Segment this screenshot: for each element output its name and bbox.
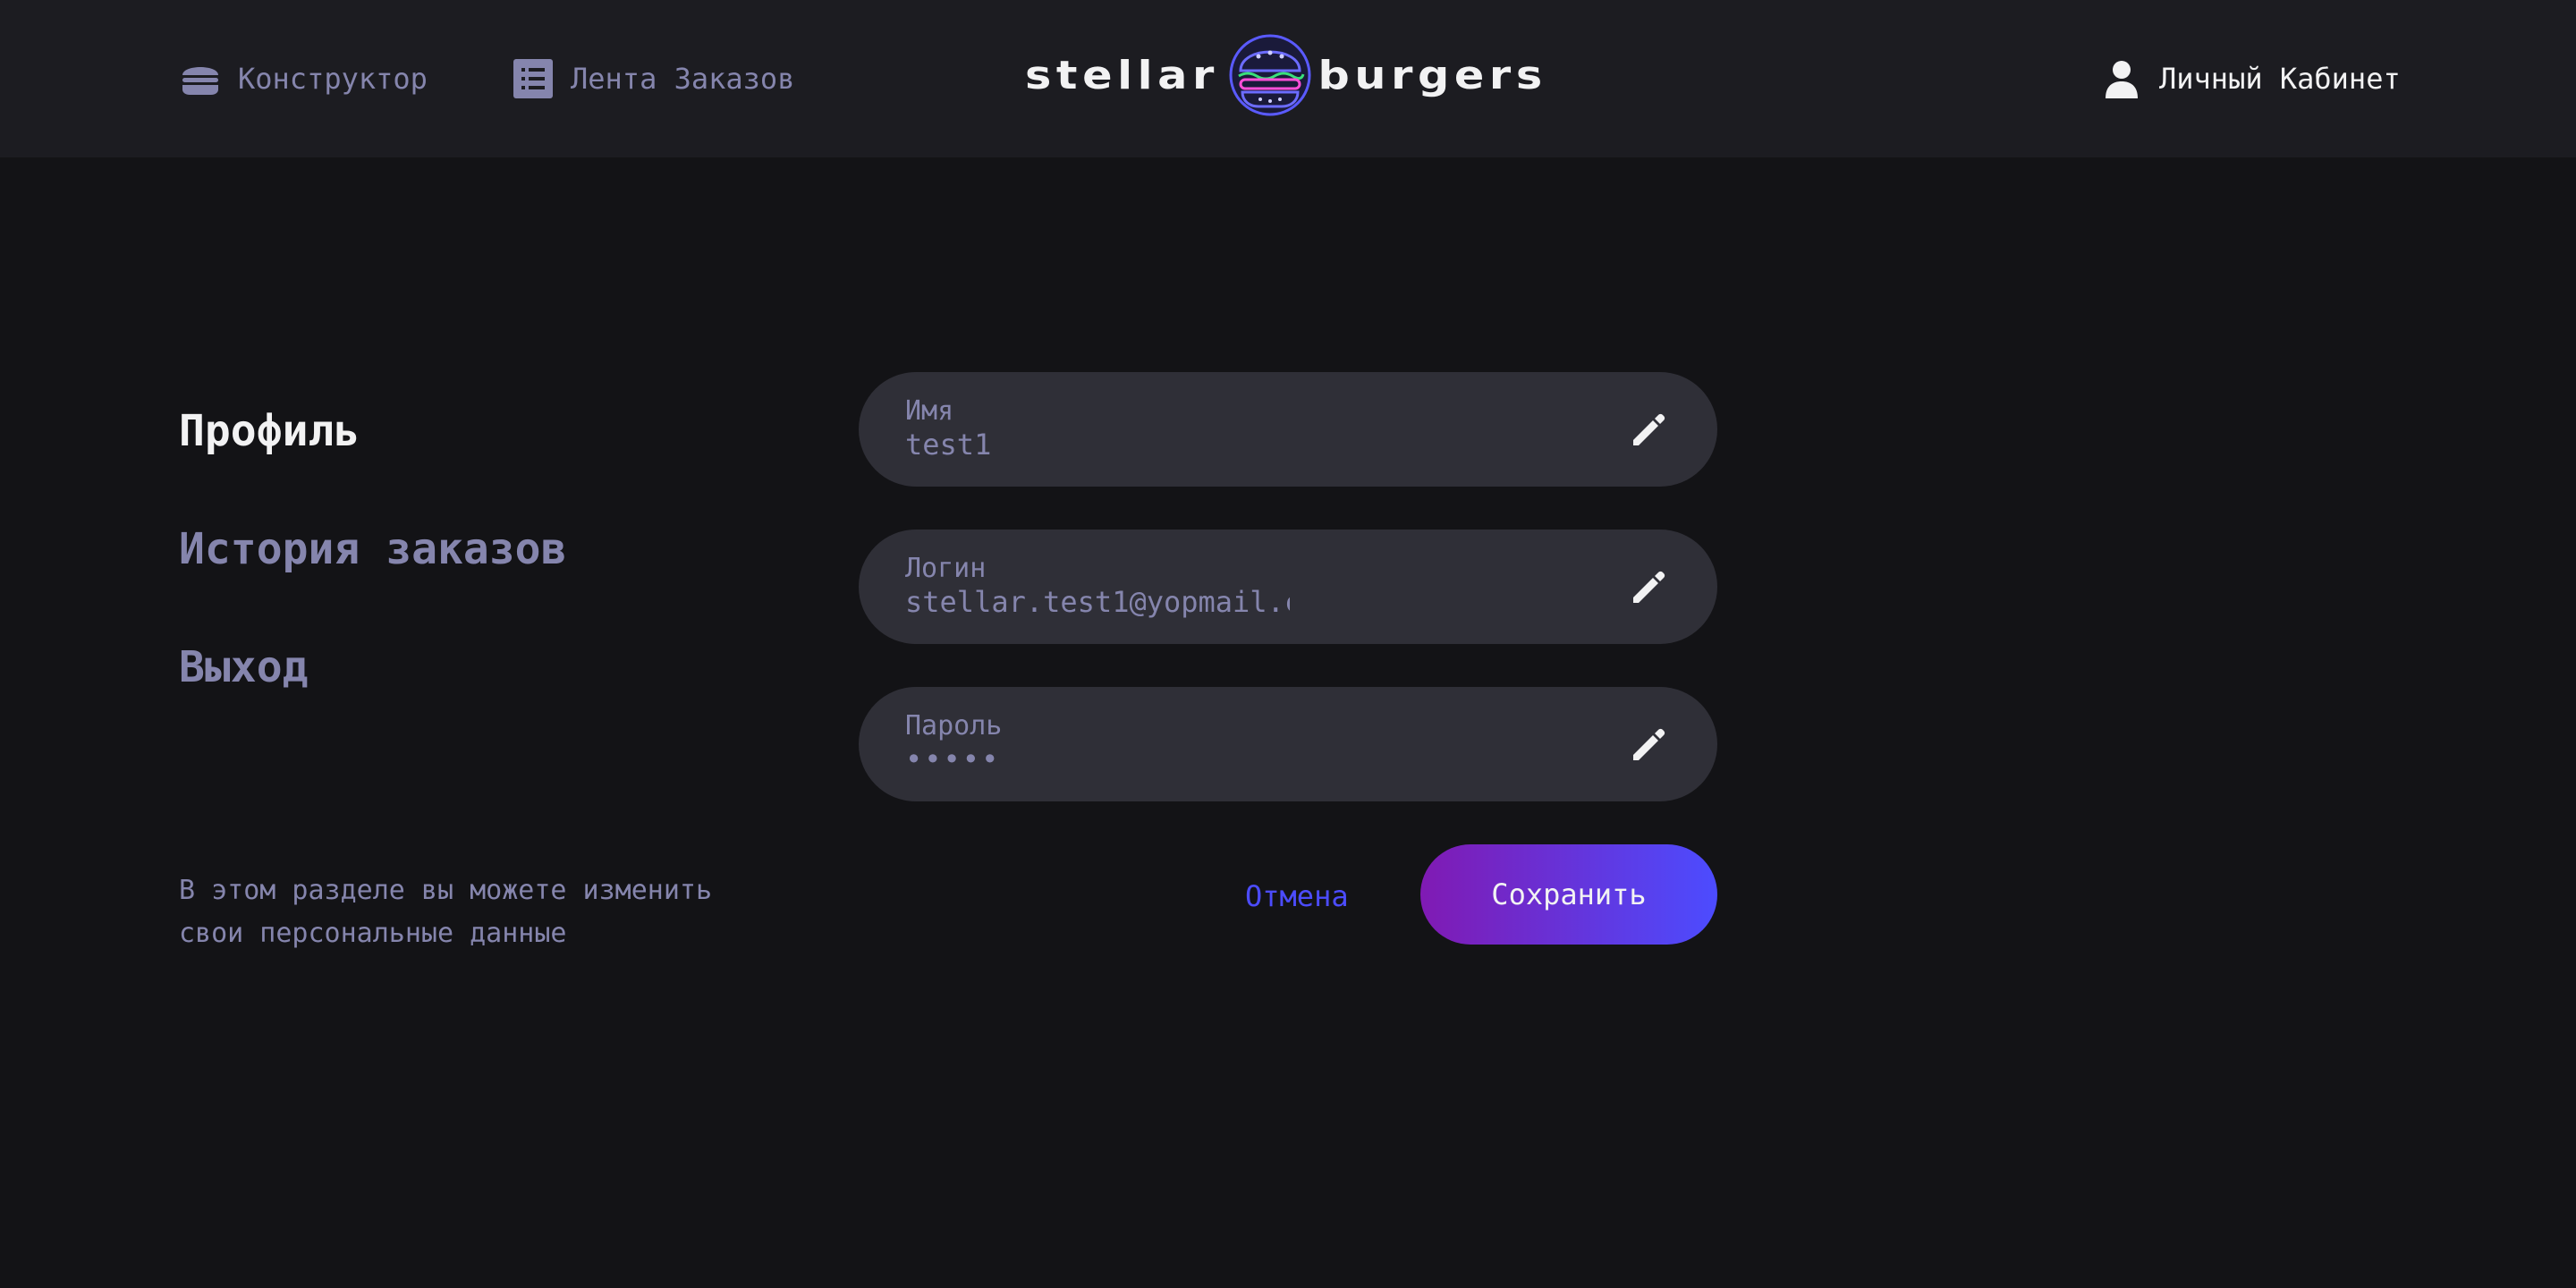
edit-icon[interactable]: [1626, 721, 1673, 767]
menu-item-logout[interactable]: Выход: [179, 630, 680, 748]
name-field-label: Имя: [905, 395, 954, 427]
logo-word-burgers: burgers: [1318, 52, 1547, 98]
login-field-label: Логин: [905, 553, 987, 584]
name-field[interactable]: Имя: [859, 372, 1717, 487]
login-field[interactable]: Логин: [859, 530, 1717, 644]
profile-icon: [2100, 57, 2143, 100]
nav-constructor[interactable]: Конструктор: [179, 54, 428, 104]
stellar-burgers-logo[interactable]: stellar burgers: [1025, 30, 1547, 120]
list-icon: [512, 57, 555, 100]
save-button[interactable]: Сохранить: [1420, 844, 1717, 945]
menu-item-order-history[interactable]: История заказов: [179, 512, 680, 630]
login-input[interactable]: [905, 585, 1290, 619]
app-header: Конструктор Лента Заказов stellar burger…: [0, 0, 2576, 157]
password-field-label: Пароль: [905, 710, 1003, 741]
profile-hint-line-2: свои персональные данные: [179, 918, 567, 949]
nav-personal-account-label: Личный Кабинет: [2159, 62, 2401, 96]
profile-menu: Профиль История заказов Выход: [179, 394, 680, 748]
menu-item-profile[interactable]: Профиль: [179, 394, 680, 512]
logo-burger-icon: [1228, 33, 1312, 117]
burger-icon: [179, 57, 222, 100]
nav-order-feed[interactable]: Лента Заказов: [512, 54, 794, 104]
profile-hint: В этом разделе вы можете изменить свои п…: [179, 869, 823, 955]
edit-icon[interactable]: [1626, 406, 1673, 453]
password-field[interactable]: Пароль: [859, 687, 1717, 801]
edit-icon[interactable]: [1626, 564, 1673, 610]
profile-hint-line-1: В этом разделе вы можете изменить: [179, 875, 713, 906]
cancel-button[interactable]: Отмена: [1245, 875, 1349, 918]
logo-word-stellar: stellar: [1025, 52, 1219, 98]
name-input[interactable]: [905, 428, 1290, 462]
password-input[interactable]: [905, 742, 1290, 776]
nav-order-feed-label: Лента Заказов: [571, 62, 795, 96]
nav-constructor-label: Конструктор: [238, 62, 428, 96]
nav-personal-account[interactable]: Личный Кабинет: [2100, 54, 2401, 104]
